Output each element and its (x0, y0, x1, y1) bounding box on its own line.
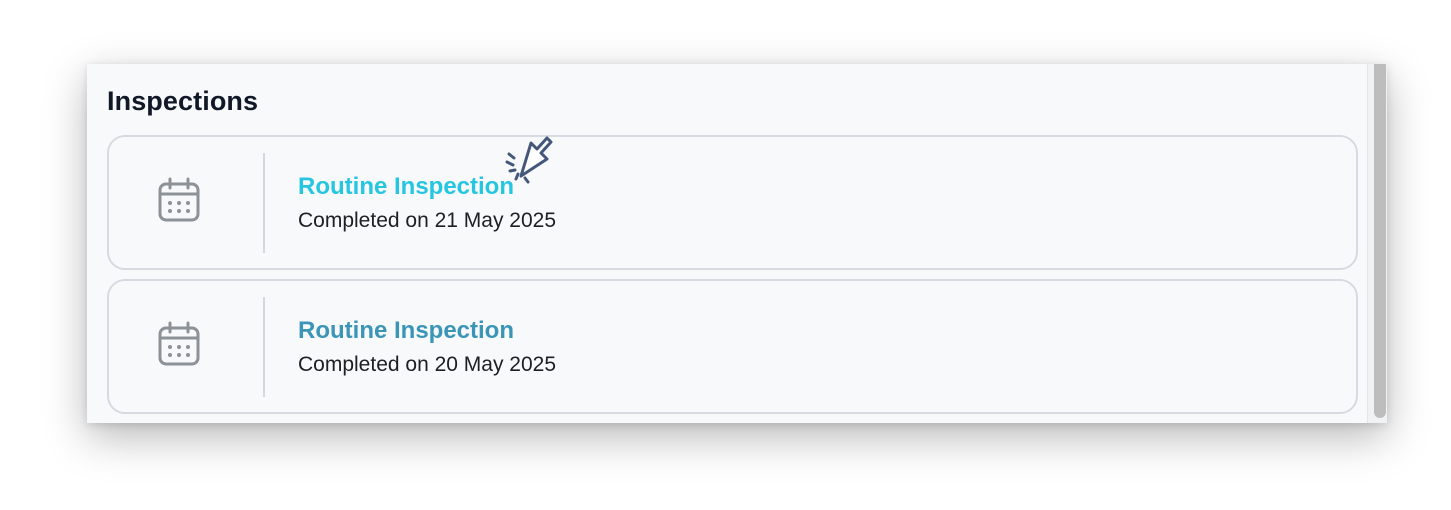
inspection-card[interactable]: Routine Inspection Completed on 21 May 2… (107, 135, 1358, 270)
scrollbar[interactable] (1367, 64, 1387, 423)
inspection-title-link[interactable]: Routine Inspection (298, 171, 556, 203)
card-divider (263, 297, 265, 397)
section-title: Inspections (107, 86, 259, 116)
inspection-status: Completed on 20 May 2025 (298, 353, 556, 376)
inspection-card[interactable]: Routine Inspection Completed on 20 May 2… (107, 279, 1358, 414)
inspections-panel: Inspections Routine Inspection Completed… (87, 64, 1387, 423)
scrollbar-thumb[interactable] (1374, 64, 1386, 418)
card-text: Routine Inspection Completed on 21 May 2… (298, 171, 556, 237)
calendar-icon (157, 321, 201, 367)
inspection-status: Completed on 21 May 2025 (298, 209, 556, 232)
inspection-title-link[interactable]: Routine Inspection (298, 315, 556, 347)
inspection-list: Routine Inspection Completed on 21 May 2… (107, 135, 1358, 423)
calendar-icon (157, 177, 201, 223)
card-text: Routine Inspection Completed on 20 May 2… (298, 315, 556, 381)
card-divider (263, 153, 265, 253)
